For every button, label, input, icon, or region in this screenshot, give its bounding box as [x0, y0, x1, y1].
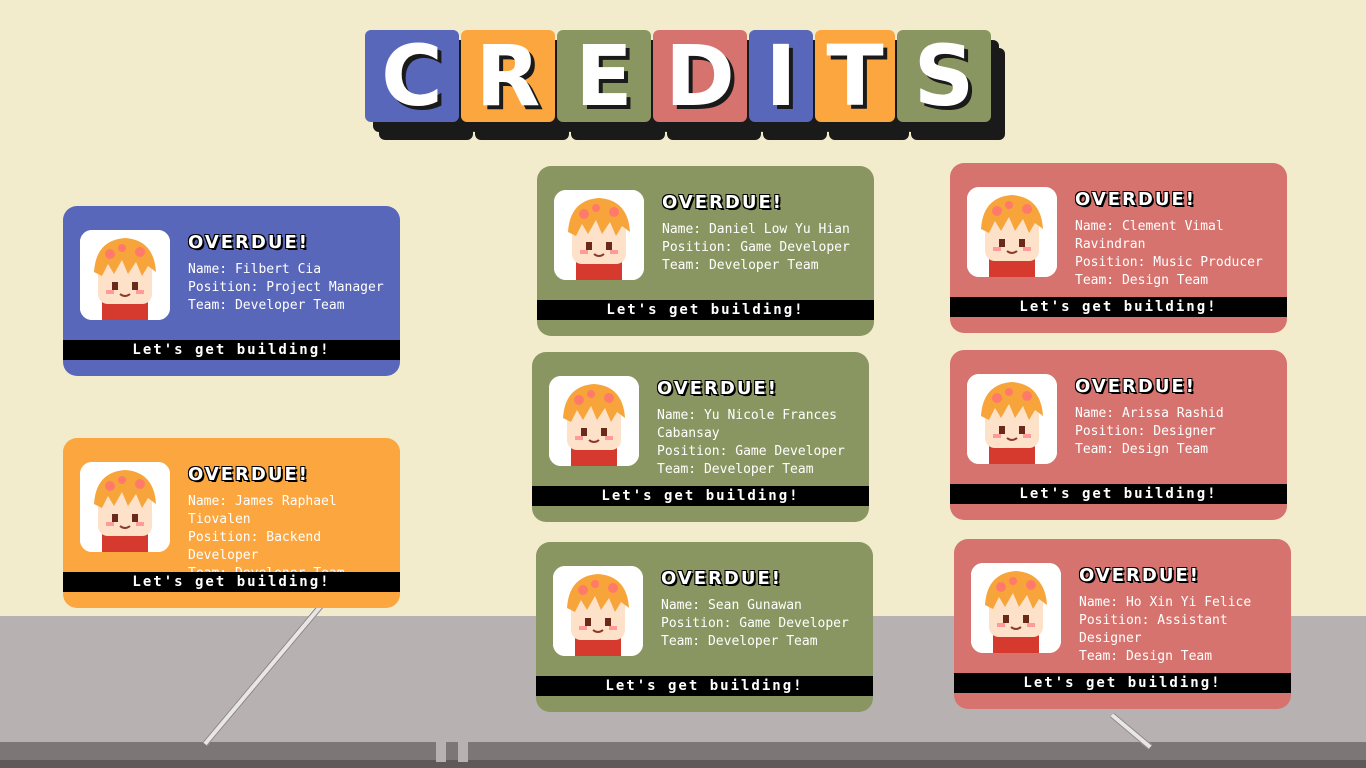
member-position: Position: Backend Developer: [188, 530, 322, 563]
studio-logo: OVERDUE!: [661, 568, 782, 589]
member-team: Team: Developer Team: [657, 462, 814, 477]
member-team: Team: Design Team: [1079, 649, 1213, 664]
member-name: Name: Daniel Low Yu Hian: [662, 222, 850, 237]
avatar-icon: [553, 566, 643, 656]
avatar: [80, 230, 170, 320]
avatar: [80, 462, 170, 552]
member-info: Name: Ho Xin Yi Felice Position: Assista…: [1079, 594, 1284, 666]
member-team: Team: Design Team: [1075, 442, 1209, 457]
tagline: Let's get building!: [63, 572, 400, 592]
tagline: Let's get building!: [537, 300, 874, 320]
title-letter: C: [365, 30, 459, 122]
avatar-icon: [967, 187, 1057, 277]
member-position: Position: Game Developer: [657, 444, 845, 459]
avatar-icon: [971, 563, 1061, 653]
studio-logo: OVERDUE!: [657, 378, 778, 399]
member-position: Position: Assistant Designer: [1079, 613, 1228, 646]
tagline: Let's get building!: [63, 340, 400, 360]
avatar-icon: [80, 230, 170, 320]
tagline: Let's get building!: [954, 673, 1291, 693]
studio-logo: OVERDUE!: [188, 232, 309, 253]
member-name: Name: Yu Nicole Frances Cabansay: [657, 408, 838, 441]
title-letter: S: [897, 30, 991, 122]
avatar-icon: [549, 376, 639, 466]
credits-title: C R E D I T S: [365, 30, 991, 122]
studio-logo: OVERDUE!: [188, 464, 309, 485]
member-team: Team: Design Team: [1075, 273, 1209, 288]
avatar: [967, 374, 1057, 464]
credit-card: OVERDUE! Name: Ho Xin Yi Felice Position…: [954, 539, 1291, 709]
member-position: Position: Game Developer: [661, 616, 849, 631]
credit-card: OVERDUE! Name: James Raphael Tiovalen Po…: [63, 438, 400, 608]
tagline: Let's get building!: [950, 297, 1287, 317]
avatar: [967, 187, 1057, 277]
tagline: Let's get building!: [532, 486, 869, 506]
avatar-icon: [967, 374, 1057, 464]
floor-gap: [436, 742, 446, 762]
member-position: Position: Music Producer: [1075, 255, 1263, 270]
member-team: Team: Developer Team: [188, 298, 345, 313]
avatar: [549, 376, 639, 466]
avatar: [554, 190, 644, 280]
title-letter: R: [461, 30, 555, 122]
member-info: Name: Filbert Cia Position: Project Mana…: [188, 261, 393, 315]
title-letter: D: [653, 30, 747, 122]
member-name: Name: James Raphael Tiovalen: [188, 494, 337, 527]
avatar-icon: [554, 190, 644, 280]
avatar: [553, 566, 643, 656]
member-name: Name: Sean Gunawan: [661, 598, 802, 613]
floor-gap: [458, 742, 468, 762]
credit-card: OVERDUE! Name: Filbert Cia Position: Pro…: [63, 206, 400, 376]
credit-card: OVERDUE! Name: Clement Vimal Ravindran P…: [950, 163, 1287, 333]
title-letter: E: [557, 30, 651, 122]
avatar: [971, 563, 1061, 653]
member-name: Name: Arissa Rashid: [1075, 406, 1224, 421]
member-info: Name: Arissa Rashid Position: Designer T…: [1075, 405, 1280, 459]
credit-card: OVERDUE! Name: Arissa Rashid Position: D…: [950, 350, 1287, 520]
member-info: Name: Sean Gunawan Position: Game Develo…: [661, 597, 866, 651]
member-info: Name: Yu Nicole Frances Cabansay Positio…: [657, 407, 862, 479]
member-position: Position: Designer: [1075, 424, 1216, 439]
member-team: Team: Developer Team: [662, 258, 819, 273]
member-info: Name: Clement Vimal Ravindran Position: …: [1075, 218, 1280, 290]
member-name: Name: Filbert Cia: [188, 262, 322, 277]
studio-logo: OVERDUE!: [662, 192, 783, 213]
title-letter: I: [749, 30, 813, 122]
tagline: Let's get building!: [536, 676, 873, 696]
member-team: Team: Developer Team: [661, 634, 818, 649]
member-name: Name: Ho Xin Yi Felice: [1079, 595, 1252, 610]
studio-logo: OVERDUE!: [1075, 376, 1196, 397]
avatar-icon: [80, 462, 170, 552]
member-name: Name: Clement Vimal Ravindran: [1075, 219, 1224, 252]
credit-card: OVERDUE! Name: Sean Gunawan Position: Ga…: [536, 542, 873, 712]
member-info: Name: James Raphael Tiovalen Position: B…: [188, 493, 393, 583]
member-info: Name: Daniel Low Yu Hian Position: Game …: [662, 221, 867, 275]
credit-card: OVERDUE! Name: Yu Nicole Frances Cabansa…: [532, 352, 869, 522]
studio-logo: OVERDUE!: [1079, 565, 1200, 586]
title-letter: T: [815, 30, 895, 122]
member-position: Position: Game Developer: [662, 240, 850, 255]
member-position: Position: Project Manager: [188, 280, 384, 295]
floor-edge: [0, 760, 1366, 768]
studio-logo: OVERDUE!: [1075, 189, 1196, 210]
credit-card: OVERDUE! Name: Daniel Low Yu Hian Positi…: [537, 166, 874, 336]
tagline: Let's get building!: [950, 484, 1287, 504]
